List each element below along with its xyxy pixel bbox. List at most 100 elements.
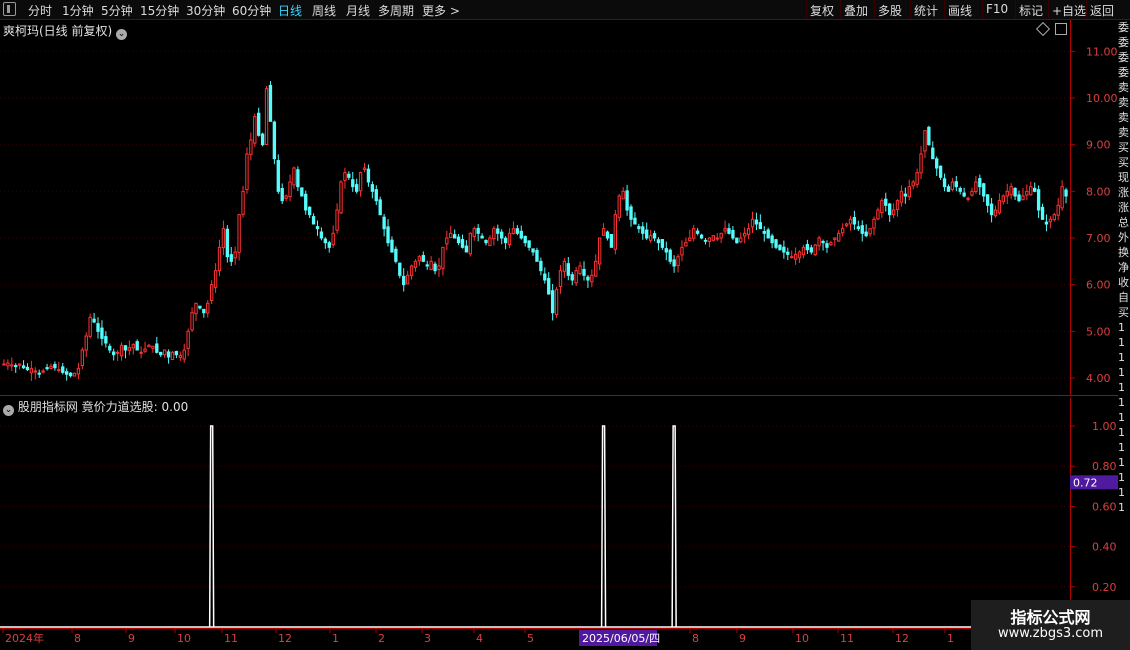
candle-body xyxy=(449,232,453,239)
indicator-panel[interactable]: ⌄ 股朋指标网 竟价力道选股: 0.00 1.00 0.80 0.60 0.40 0.2… xyxy=(0,398,1118,628)
period-tab-1[interactable]: 1分钟 xyxy=(62,2,94,19)
candle-body xyxy=(198,305,202,309)
candle xyxy=(394,246,398,264)
tool-button-3[interactable]: 统计 xyxy=(914,2,938,19)
candle-body xyxy=(664,248,668,253)
candle-body xyxy=(378,199,382,216)
tool-button-4[interactable]: 画线 xyxy=(948,2,972,19)
period-tab-4[interactable]: 30分钟 xyxy=(186,2,225,19)
candle-body xyxy=(468,232,473,255)
candle-body xyxy=(292,167,296,186)
candle-body xyxy=(641,226,645,234)
period-tab-6[interactable]: 日线 xyxy=(278,2,302,19)
candle-body xyxy=(1044,221,1049,225)
candle-body xyxy=(954,181,958,188)
candle-body xyxy=(304,193,308,211)
candle-body xyxy=(938,165,943,178)
candle xyxy=(268,81,273,122)
candle-body xyxy=(429,260,433,270)
candle-body xyxy=(652,233,657,239)
side-strip-char: 卖 xyxy=(1118,126,1129,139)
candle-body xyxy=(1040,206,1045,220)
candlestick-chart[interactable]: 11.00 10.00 9.00 8.00 7.00 6.00 5.00 4.00 xyxy=(0,20,1118,396)
indicator-title: ⌄ 股朋指标网 竟价力道选股: 0.00 xyxy=(3,398,188,416)
candle-body xyxy=(1052,214,1056,221)
candle-body xyxy=(609,234,614,248)
candle-body xyxy=(1056,204,1060,216)
candle-body xyxy=(629,206,633,220)
candle-body xyxy=(37,372,41,375)
candle-body xyxy=(621,190,625,200)
candle-body xyxy=(159,351,163,356)
candle-body xyxy=(739,237,743,243)
candle-body xyxy=(276,160,280,192)
candle-body xyxy=(358,172,363,192)
candle-body xyxy=(793,253,798,260)
candle-body xyxy=(186,330,190,349)
candle-body xyxy=(29,368,34,374)
side-strip-char: 外 xyxy=(1118,231,1129,244)
candle-body xyxy=(574,270,578,284)
chevron-down-icon[interactable]: ⌄ xyxy=(3,405,14,416)
candle-body xyxy=(519,230,523,239)
candle-body xyxy=(790,256,794,259)
candle-body xyxy=(605,231,610,239)
candle-body xyxy=(233,251,237,259)
period-tab-8[interactable]: 月线 xyxy=(346,2,370,19)
candle-body xyxy=(523,235,527,244)
date-tick-label: 1 xyxy=(947,632,954,645)
tool-button-1[interactable]: 叠加 xyxy=(844,2,868,19)
candle-body xyxy=(888,203,892,216)
candle-body xyxy=(92,318,96,323)
date-tick-label: 3 xyxy=(424,632,431,645)
indicator-chart[interactable]: 1.00 0.80 0.60 0.40 0.20 0.72 xyxy=(0,398,1118,628)
tool-button-2[interactable]: 多股 xyxy=(878,2,902,19)
candle-body xyxy=(88,316,92,337)
tool-button-7[interactable]: +自选 xyxy=(1052,2,1086,19)
candle xyxy=(225,225,230,263)
candle-body xyxy=(217,246,222,272)
tool-button-0[interactable]: 复权 xyxy=(810,2,834,19)
period-tab-3[interactable]: 15分钟 xyxy=(140,2,179,19)
candle xyxy=(170,350,175,361)
period-tab-10[interactable]: 更多 > xyxy=(422,2,460,19)
candle-body xyxy=(958,188,962,192)
candle-body xyxy=(162,349,167,356)
candle-body xyxy=(351,179,355,188)
tool-button-6[interactable]: 标记 xyxy=(1019,2,1043,19)
candle-body xyxy=(539,260,543,272)
candle-body xyxy=(386,226,390,244)
panel-toggle-icon[interactable] xyxy=(3,2,16,16)
candle-body xyxy=(339,181,343,214)
candle-body xyxy=(127,347,132,351)
side-strip-char: 涨 xyxy=(1118,201,1129,214)
side-strip-char: 1 xyxy=(1118,336,1125,349)
tool-button-8[interactable]: 返回 xyxy=(1090,2,1114,19)
side-strip-char: 1 xyxy=(1118,501,1125,514)
period-tab-2[interactable]: 5分钟 xyxy=(101,2,133,19)
candle xyxy=(554,286,559,318)
candle-body xyxy=(511,228,516,235)
side-strip-char: 自 xyxy=(1118,291,1129,304)
price-chart-panel[interactable]: 爽柯玛(日线 前复权) ⌄ 11.00 10.00 9.00 8.00 7.00 6.00… xyxy=(0,20,1118,396)
tool-button-5[interactable]: F10 xyxy=(986,2,1008,16)
candle-body xyxy=(413,260,418,268)
candle-body xyxy=(825,243,829,248)
toolbar-separator xyxy=(910,0,911,19)
candle-body xyxy=(213,270,218,288)
period-tab-7[interactable]: 周线 xyxy=(312,2,336,19)
chevron-down-icon[interactable]: ⌄ xyxy=(116,29,128,40)
candle-body xyxy=(829,242,833,246)
period-tab-5[interactable]: 60分钟 xyxy=(232,2,271,19)
date-tick-label: 10 xyxy=(177,632,191,645)
candle xyxy=(378,196,382,216)
side-strip-char: 委 xyxy=(1118,66,1129,79)
period-tab-9[interactable]: 多周期 xyxy=(378,2,414,19)
layout-icon[interactable] xyxy=(1055,23,1067,35)
candle-body xyxy=(978,178,982,188)
period-tab-0[interactable]: 分时 xyxy=(28,2,52,19)
candle-body xyxy=(535,249,539,262)
price-tick-label: 9.00 xyxy=(1086,139,1111,152)
candle-body xyxy=(288,181,292,198)
price-tick-label: 11.00 xyxy=(1086,45,1118,58)
